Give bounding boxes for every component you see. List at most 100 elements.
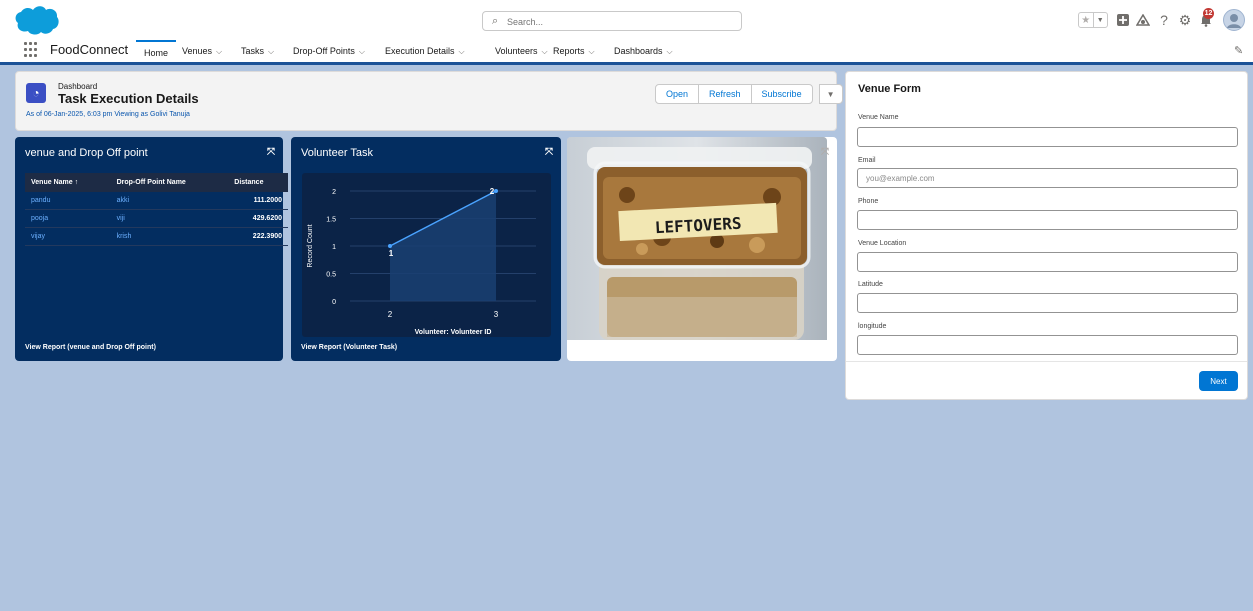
app-name: FoodConnect xyxy=(50,42,129,57)
salesforce-cloud-logo[interactable] xyxy=(14,4,60,36)
longitude-label: longitude xyxy=(858,323,887,330)
data-label: 1 xyxy=(389,249,394,258)
chevron-down-icon[interactable]: ⌵ xyxy=(359,47,365,56)
volunteer-task-chart: 0 0.5 1 1.5 2 1 2 2 3 Volunteer: Volunteer ID Reco… xyxy=(302,173,551,337)
data-point xyxy=(388,244,392,248)
global-search-input[interactable] xyxy=(505,13,739,31)
drop-off-point-link[interactable]: viji xyxy=(110,209,229,228)
x-axis-title: Volunteer: Volunteer ID xyxy=(415,329,492,336)
expand-icon[interactable]: ⤧ xyxy=(545,147,553,158)
venue-location-field[interactable] xyxy=(857,252,1238,272)
nav-tab-home[interactable]: Home xyxy=(136,40,177,62)
setup-gear-icon[interactable]: ⚙ xyxy=(1175,10,1195,30)
dashboard-header: ◔ Dashboard Task Execution Details As of… xyxy=(15,71,843,131)
help-icon[interactable]: ? xyxy=(1154,10,1174,30)
phone-label: Phone xyxy=(858,198,879,205)
nav-tab-label: Reports xyxy=(553,46,585,56)
nav-tab-label: Dashboards xyxy=(614,46,663,56)
widget-title: Volunteer Task xyxy=(301,147,373,159)
venue-name-link[interactable]: pooja xyxy=(25,209,111,228)
nav-tab-volunteers[interactable]: Volunteers ⌵ xyxy=(495,46,548,57)
dashboard-gauge-icon: ◔ xyxy=(26,83,46,103)
leftovers-image-widget: LEFTOVERS ⤧ xyxy=(567,137,837,361)
trailhead-icon[interactable] xyxy=(1133,10,1153,30)
y-axis-title: Record Count xyxy=(307,224,314,267)
expand-icon[interactable]: ⤧ xyxy=(821,147,829,158)
expand-icon[interactable]: ⤧ xyxy=(267,147,275,158)
user-avatar[interactable] xyxy=(1223,9,1245,31)
app-launcher-icon[interactable] xyxy=(24,42,40,58)
distance-value: 111.2000 xyxy=(228,192,288,210)
chevron-down-icon[interactable]: ⌵ xyxy=(216,47,222,56)
favorites-group[interactable]: ★ ▼ xyxy=(1078,12,1108,28)
chart-svg: 0 0.5 1 1.5 2 1 2 2 3 Volunteer: Volunteer ID Reco… xyxy=(307,187,536,336)
favorite-star-icon[interactable]: ★ xyxy=(1079,13,1093,27)
latitude-field[interactable] xyxy=(857,293,1238,313)
next-button[interactable]: Next xyxy=(1199,371,1238,391)
data-label: 2 xyxy=(490,187,495,196)
nav-tab-label: Execution Details xyxy=(385,46,455,56)
drop-off-point-link[interactable]: krish xyxy=(110,227,229,246)
data-point xyxy=(494,189,498,193)
nav-tab-drop-off-points[interactable]: Drop-Off Points ⌵ xyxy=(293,46,365,57)
edit-nav-pencil-icon[interactable]: ✎ xyxy=(1234,44,1243,57)
global-search-box[interactable]: ⌕ xyxy=(482,11,742,31)
venue-name-label: Venue Name xyxy=(858,114,899,121)
y-tick-label: 0 xyxy=(332,299,336,306)
nav-tab-label: Home xyxy=(144,48,169,58)
longitude-field[interactable] xyxy=(857,335,1238,355)
search-icon: ⌕ xyxy=(492,15,499,27)
venue-location-label: Venue Location xyxy=(858,240,907,247)
form-divider xyxy=(846,361,1247,362)
nav-tab-reports[interactable]: Reports ⌵ xyxy=(553,46,595,57)
view-report-link[interactable]: View Report (Volunteer Task) xyxy=(301,344,397,351)
venue-name-field[interactable] xyxy=(857,127,1238,147)
y-tick-label: 1 xyxy=(332,244,336,251)
column-header-distance[interactable]: Distance xyxy=(228,173,288,192)
chevron-down-icon: ▼ xyxy=(826,89,835,99)
distance-value: 222.3900 xyxy=(228,227,288,246)
favorites-dropdown-chevron-icon[interactable]: ▼ xyxy=(1092,13,1108,27)
column-header-venue-name[interactable]: Venue Name ↑ xyxy=(25,173,111,192)
view-report-link[interactable]: View Report (venue and Drop Off point) xyxy=(25,344,156,351)
y-tick-label: 2 xyxy=(332,189,336,196)
y-tick-label: 1.5 xyxy=(326,217,336,224)
chevron-down-icon[interactable]: ⌵ xyxy=(268,47,274,56)
venue-drop-off-widget: venue and Drop Off point ⤧ Venue Name ↑ … xyxy=(15,137,288,361)
nav-tab-dashboards[interactable]: Dashboards ⌵ xyxy=(614,46,673,57)
refresh-button[interactable]: Refresh xyxy=(698,84,752,104)
global-add-icon[interactable] xyxy=(1113,10,1133,30)
email-field[interactable] xyxy=(857,168,1238,188)
subscribe-button[interactable]: Subscribe xyxy=(750,84,813,104)
table-row: pandu akki 111.2000 xyxy=(25,192,288,210)
dashboard-menu-button[interactable]: ▼ xyxy=(818,84,843,104)
global-header: ⌕ ★ ▼ ? ⚙ 12 xyxy=(0,0,1253,40)
dashboard-title: Task Execution Details xyxy=(58,91,199,106)
phone-field[interactable] xyxy=(857,210,1238,230)
chevron-down-icon[interactable]: ⌵ xyxy=(542,47,548,56)
nav-tab-label: Volunteers xyxy=(495,46,538,56)
chevron-down-icon[interactable]: ⌵ xyxy=(667,47,673,56)
dashboard-actions: Open Refresh Subscribe ▼ xyxy=(655,84,843,104)
chevron-down-icon[interactable]: ⌵ xyxy=(459,47,465,56)
drop-off-point-link[interactable]: akki xyxy=(110,192,229,210)
venue-name-link[interactable]: pandu xyxy=(25,192,111,210)
widget-title: venue and Drop Off point xyxy=(25,147,148,159)
nav-tab-execution-details[interactable]: Execution Details ⌵ xyxy=(385,46,465,57)
area-fill xyxy=(390,191,496,301)
leftovers-photo: LEFTOVERS xyxy=(567,137,827,340)
nav-tab-tasks[interactable]: Tasks ⌵ xyxy=(241,46,274,57)
venue-form: Venue Form Venue Name Email Phone Venue … xyxy=(845,71,1248,400)
chevron-down-icon[interactable]: ⌵ xyxy=(589,47,595,56)
volunteer-task-widget: Volunteer Task ⤧ 0 0.5 1 1.5 2 1 2 2 3 Volunteer:… xyxy=(291,137,561,361)
column-header-drop-off-point-name[interactable]: Drop-Off Point Name xyxy=(110,173,229,192)
x-tick-label: 2 xyxy=(388,310,393,319)
app-nav-bar: FoodConnect Home Venues ⌵ Tasks ⌵ Drop-Off… xyxy=(0,40,1253,65)
form-title: Venue Form xyxy=(858,83,921,95)
table-row: pooja viji 429.6200 xyxy=(25,209,288,228)
table-row: vijay krish 222.3900 xyxy=(25,227,288,246)
nav-tab-venues[interactable]: Venues ⌵ xyxy=(182,46,222,57)
venue-name-link[interactable]: vijay xyxy=(25,227,111,246)
latitude-label: Latitude xyxy=(858,281,883,288)
open-button[interactable]: Open xyxy=(655,84,700,104)
